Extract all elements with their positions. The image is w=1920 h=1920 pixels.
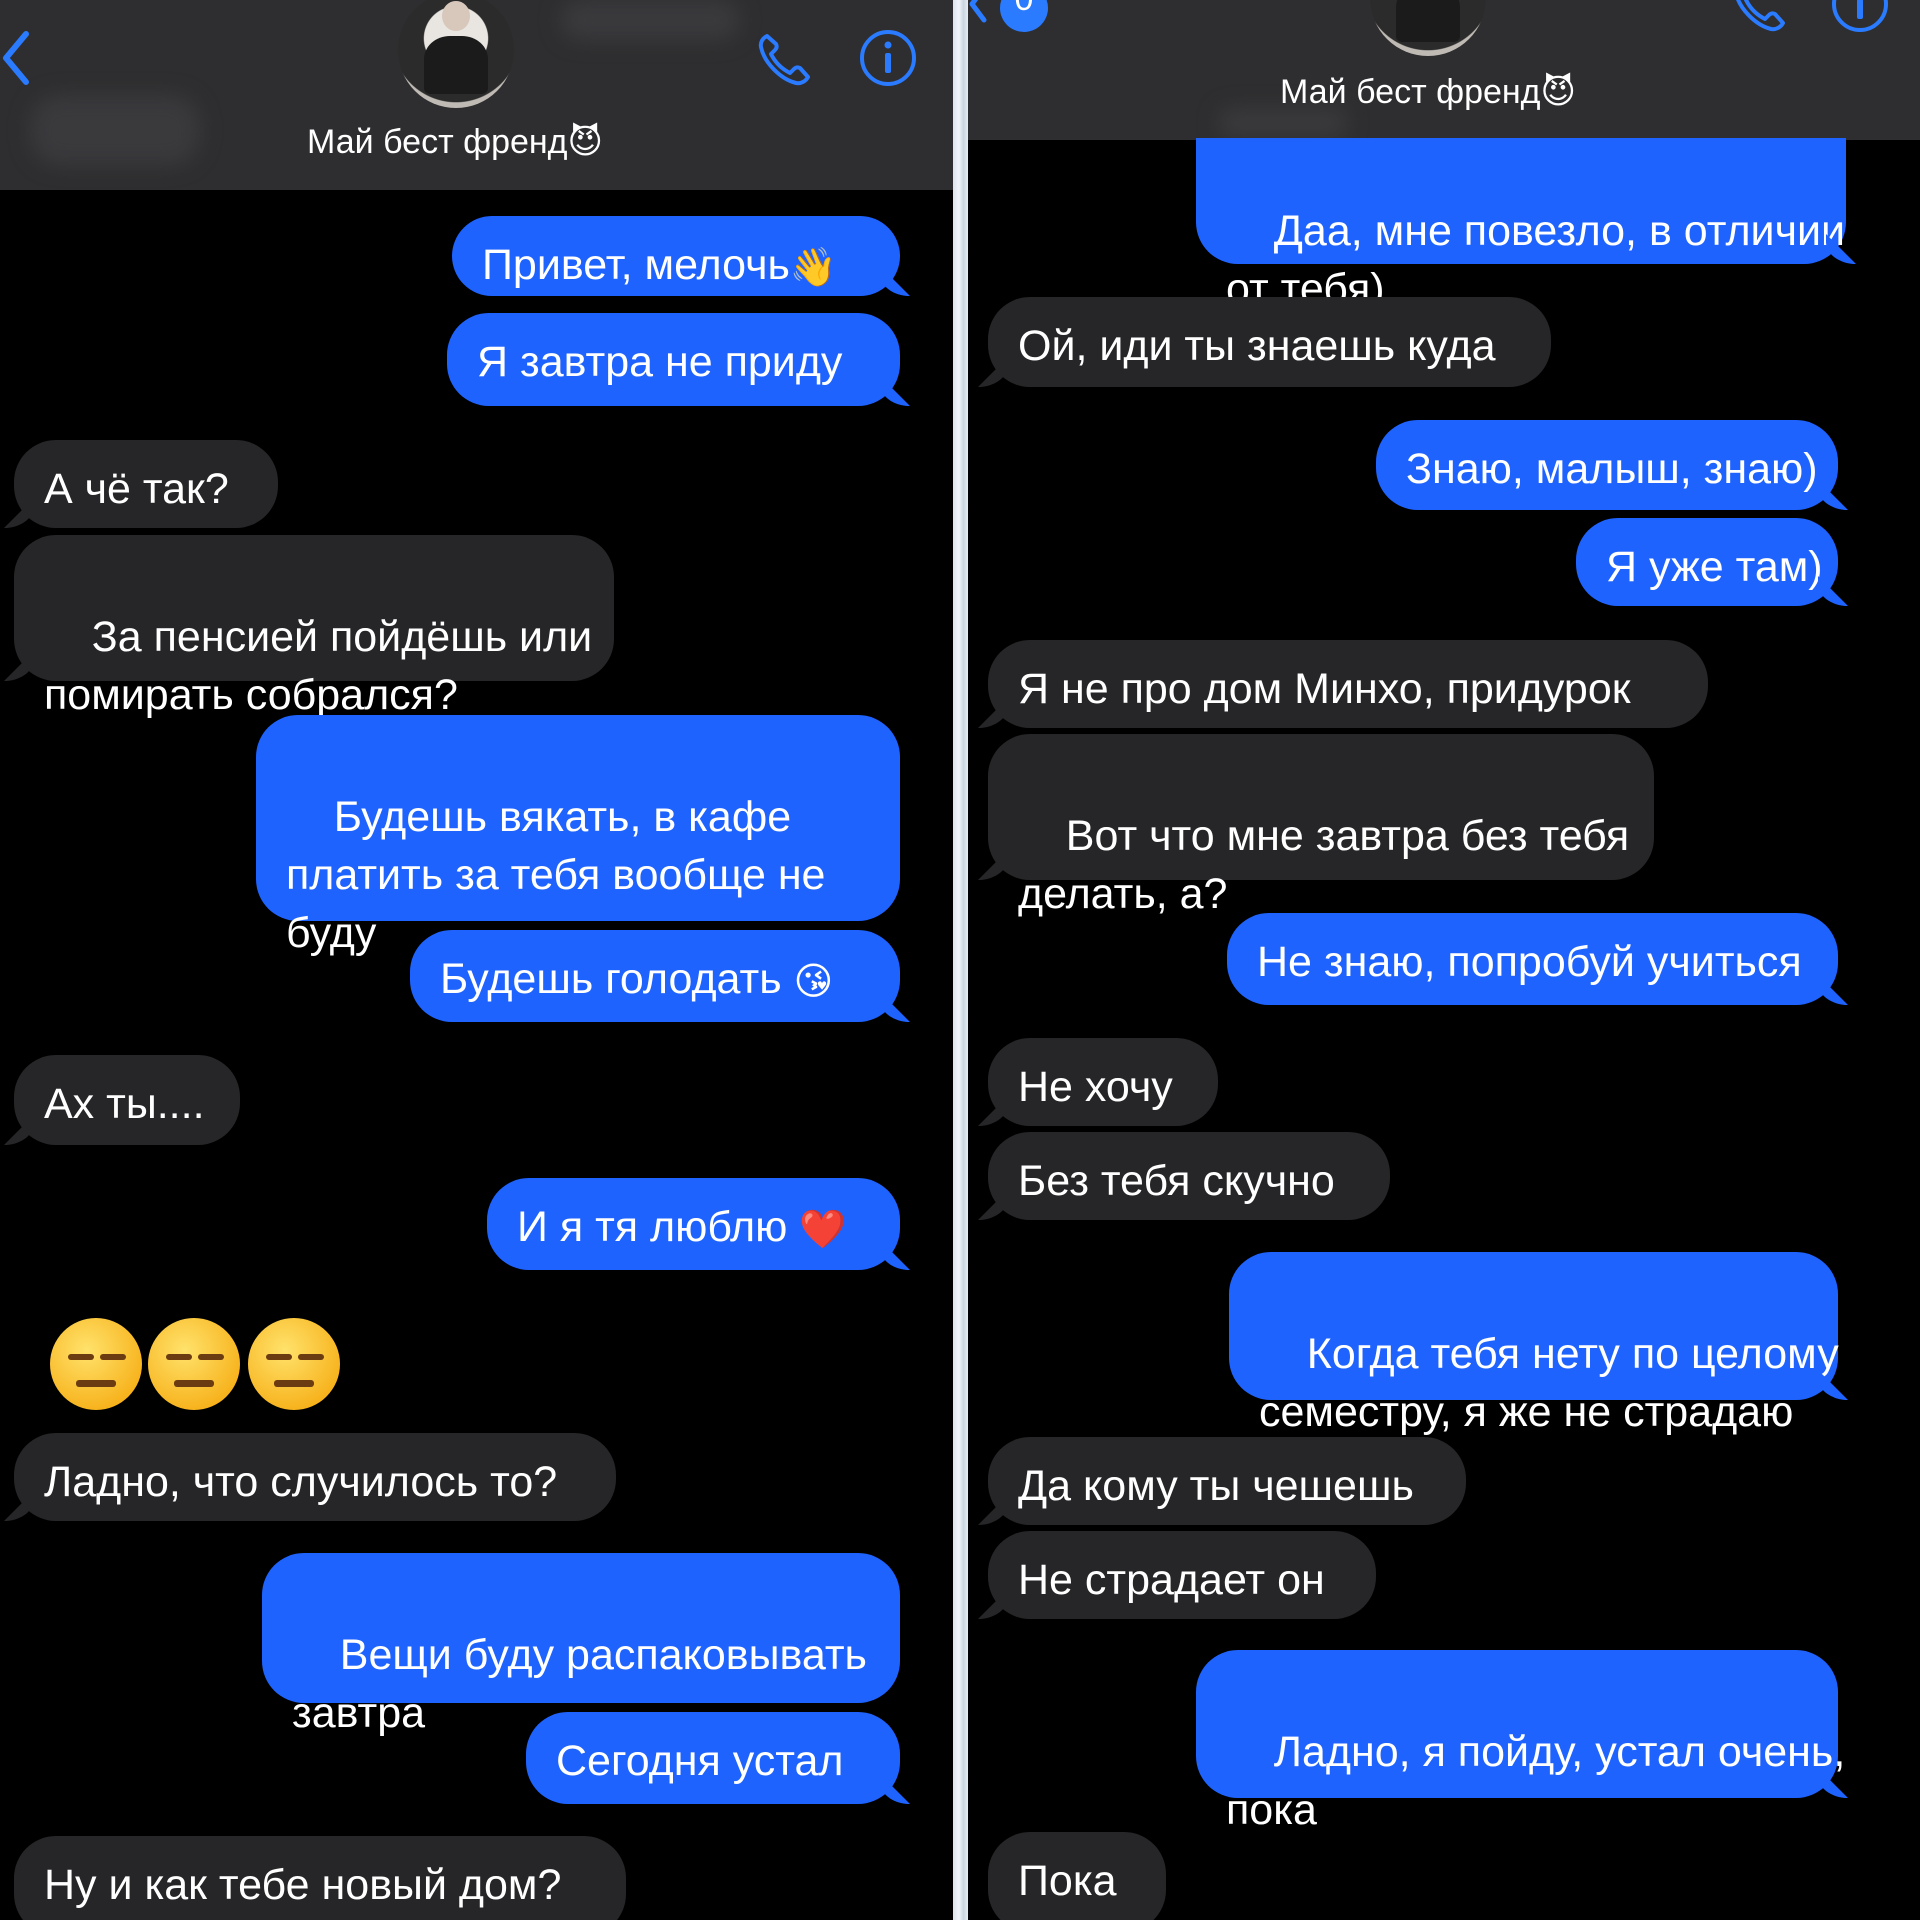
- message-text: Ну и как тебе новый дом?: [44, 1861, 562, 1909]
- message-bubble-sent[interactable]: Знаю, малыш, знаю): [1376, 420, 1838, 510]
- contact-name[interactable]: Май бест френд😈: [1280, 72, 1576, 112]
- message-text: Не знаю, попробуй учиться: [1257, 938, 1802, 986]
- message-bubble-received[interactable]: За пенсией пойдёшь или помирать собрался…: [14, 535, 614, 719]
- expressionless-face-icon[interactable]: [148, 1318, 240, 1410]
- chat-panel-left: Май бест френд😈 Привет, мелочь👋 Я завтра…: [0, 0, 953, 1920]
- message-bubble-sent[interactable]: Будешь вякать, в кафе платить за тебя во…: [256, 715, 900, 957]
- message-bubble-received[interactable]: Не страдает он: [988, 1531, 1376, 1619]
- message-bubble-sent[interactable]: Я завтра не приду: [447, 313, 900, 406]
- contact-name-text: Май бест френд: [1280, 73, 1541, 111]
- panel-divider: [953, 0, 968, 1920]
- message-text: Ладно, что случилось то?: [44, 1458, 558, 1506]
- message-bubble-received[interactable]: Не хочу: [988, 1038, 1218, 1126]
- contact-name-text: Май бест френд: [307, 123, 568, 161]
- message-text: Я завтра не приду: [477, 338, 843, 386]
- info-icon[interactable]: [1830, 0, 1890, 34]
- avatar[interactable]: [398, 0, 514, 108]
- message-bubble-received[interactable]: А чё так?: [14, 440, 278, 528]
- chat-header: 0 Май бест френд😈: [968, 0, 1920, 140]
- message-text: Когда тебя нету по целому семестру, я же…: [1259, 1330, 1839, 1436]
- message-bubble-sent[interactable]: И я тя люблю ❤️: [487, 1178, 900, 1270]
- unread-count-badge: 0: [1000, 0, 1048, 19]
- message-bubble-received[interactable]: Ладно, что случилось то?: [14, 1433, 616, 1521]
- phone-icon[interactable]: [755, 30, 817, 90]
- message-bubble-received[interactable]: Вот что мне завтра без тебя делать, а?: [988, 734, 1654, 918]
- chevron-left-icon[interactable]: [0, 28, 40, 88]
- blurred-region: [1218, 108, 1348, 138]
- face-blowing-kiss-icon: 😘: [793, 960, 834, 1003]
- message-bubble-sent[interactable]: Сегодня устал: [526, 1712, 900, 1804]
- message-bubble-received[interactable]: Без тебя скучно: [988, 1132, 1390, 1220]
- message-text: Ладно, я пойду, устал очень, пока: [1226, 1728, 1846, 1834]
- red-heart-icon: ❤️: [799, 1208, 847, 1251]
- chat-panel-right: 0 Май бест френд😈 Даа, мне повезло, в от…: [968, 0, 1920, 1920]
- message-bubble-received[interactable]: Я не про дом Минхо, придурок: [988, 640, 1708, 728]
- avatar[interactable]: [1370, 0, 1486, 56]
- message-bubble-received[interactable]: Да кому ты чешешь: [988, 1437, 1466, 1525]
- message-text: Сегодня устал: [556, 1737, 844, 1785]
- message-bubble-sent[interactable]: Даа, мне повезло, в отличии от тебя): [1196, 138, 1846, 313]
- waving-hand-icon: 👋: [789, 246, 838, 289]
- message-text: Да кому ты чешешь: [1018, 1462, 1414, 1510]
- blurred-region: [30, 95, 200, 165]
- message-text: Ой, иди ты знаешь куда: [1018, 322, 1496, 370]
- message-bubble-received[interactable]: Ну и как тебе новый дом?: [14, 1836, 626, 1920]
- message-bubble-sent[interactable]: Когда тебя нету по целому семестру, я же…: [1229, 1252, 1839, 1436]
- chat-header: Май бест френд😈: [0, 0, 953, 190]
- message-bubble-sent[interactable]: Не знаю, попробуй учиться: [1227, 913, 1838, 1005]
- message-bubble-sent[interactable]: Вещи буду распаковывать завтра: [262, 1553, 900, 1737]
- expressionless-face-icon[interactable]: [50, 1318, 142, 1410]
- message-text: Вот что мне завтра без тебя делать, а?: [1018, 812, 1630, 918]
- message-text: Без тебя скучно: [1018, 1157, 1335, 1205]
- message-bubble-received[interactable]: Ах ты....: [14, 1055, 240, 1145]
- message-bubble-received[interactable]: Ой, иди ты знаешь куда: [988, 297, 1551, 387]
- smiling-devil-icon: 😈: [567, 123, 603, 161]
- phone-icon[interactable]: [1730, 0, 1792, 36]
- message-text: Ах ты....: [44, 1080, 205, 1128]
- message-text: Привет, мелочь: [482, 241, 790, 289]
- message-text: Я не про дом Минхо, придурок: [1018, 665, 1631, 713]
- message-bubble-sent[interactable]: Я уже там): [1576, 518, 1838, 606]
- message-text: Будешь голодать: [440, 955, 782, 1003]
- message-text: За пенсией пойдёшь или помирать собрался…: [44, 613, 593, 719]
- message-bubble-received[interactable]: Пока: [988, 1832, 1166, 1920]
- message-bubble-sent[interactable]: Будешь голодать 😘: [410, 930, 900, 1022]
- message-text: Пока: [1018, 1857, 1117, 1905]
- contact-name[interactable]: Май бест френд😈: [307, 122, 603, 162]
- message-bubble-sent[interactable]: Ладно, я пойду, устал очень, пока: [1196, 1650, 1845, 1834]
- message-text: А чё так?: [44, 465, 229, 513]
- blurred-region: [560, 0, 740, 40]
- info-icon[interactable]: [858, 28, 918, 88]
- message-bubble-sent[interactable]: Привет, мелочь👋: [452, 216, 900, 296]
- message-text: Знаю, малыш, знаю): [1406, 445, 1818, 493]
- expressionless-face-icon[interactable]: [248, 1318, 340, 1410]
- message-text: И я тя люблю: [517, 1203, 788, 1251]
- smiling-devil-icon: 😈: [1540, 73, 1576, 111]
- message-text: Не страдает он: [1018, 1556, 1325, 1604]
- message-text: Я уже там): [1606, 543, 1823, 591]
- message-text: Не хочу: [1018, 1063, 1173, 1111]
